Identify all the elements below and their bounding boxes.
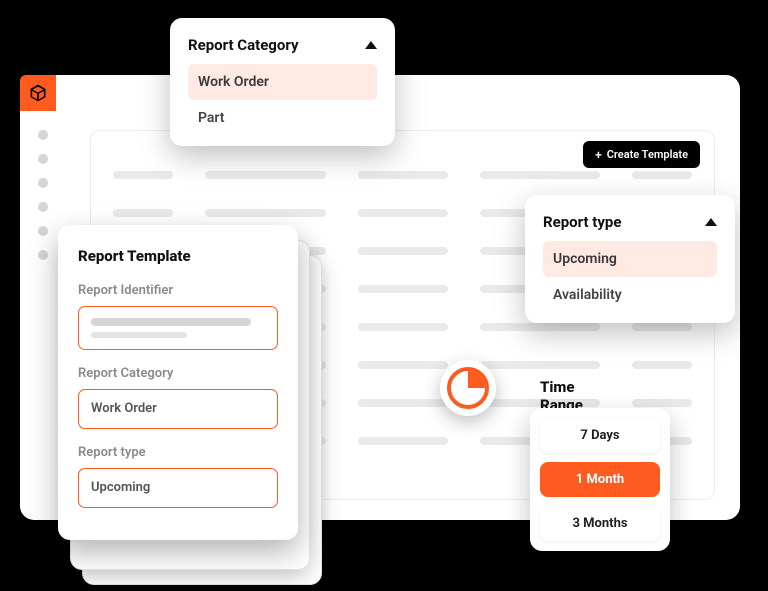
app-logo <box>20 75 56 111</box>
report-identifier-input[interactable] <box>78 306 278 350</box>
field-label-category: Report Category <box>78 366 278 381</box>
nav-dot[interactable] <box>38 154 48 164</box>
create-template-label: Create Template <box>607 148 688 161</box>
report-template-panel: Report Template Report Identifier Report… <box>58 225 298 540</box>
nav-dot[interactable] <box>38 226 48 236</box>
report-category-dropdown[interactable]: Report Category Work Order Part <box>170 18 395 146</box>
time-option-7-days[interactable]: 7 Days <box>540 418 660 453</box>
time-option-1-month[interactable]: 1 Month <box>540 462 660 497</box>
pie-chart-icon <box>440 360 496 416</box>
dropdown-option-part[interactable]: Part <box>188 100 377 136</box>
create-template-button[interactable]: + Create Template <box>583 141 700 168</box>
dropdown-title: Report Category <box>188 36 299 54</box>
nav-dot[interactable] <box>38 130 48 140</box>
table-row <box>113 171 692 179</box>
time-option-3-months[interactable]: 3 Months <box>540 506 660 541</box>
dropdown-option-upcoming[interactable]: Upcoming <box>543 241 717 277</box>
field-label-identifier: Report Identifier <box>78 283 278 298</box>
dropdown-option-work-order[interactable]: Work Order <box>188 64 377 100</box>
plus-icon: + <box>595 149 602 161</box>
chevron-up-icon <box>365 41 377 49</box>
time-range-selector: 7 Days 1 Month 3 Months <box>530 408 670 551</box>
cube-icon <box>28 83 48 103</box>
report-type-dropdown[interactable]: Report type Upcoming Availability <box>525 195 735 323</box>
sidebar-nav <box>38 130 48 260</box>
panel-title: Report Template <box>78 247 278 265</box>
nav-dot[interactable] <box>38 178 48 188</box>
field-label-type: Report type <box>78 445 278 460</box>
nav-dot[interactable] <box>38 202 48 212</box>
nav-dot[interactable] <box>38 250 48 260</box>
report-category-input[interactable]: Work Order <box>78 389 278 429</box>
dropdown-title: Report type <box>543 213 621 231</box>
chevron-up-icon <box>705 218 717 226</box>
report-type-input[interactable]: Upcoming <box>78 468 278 508</box>
dropdown-option-availability[interactable]: Availability <box>543 277 717 313</box>
